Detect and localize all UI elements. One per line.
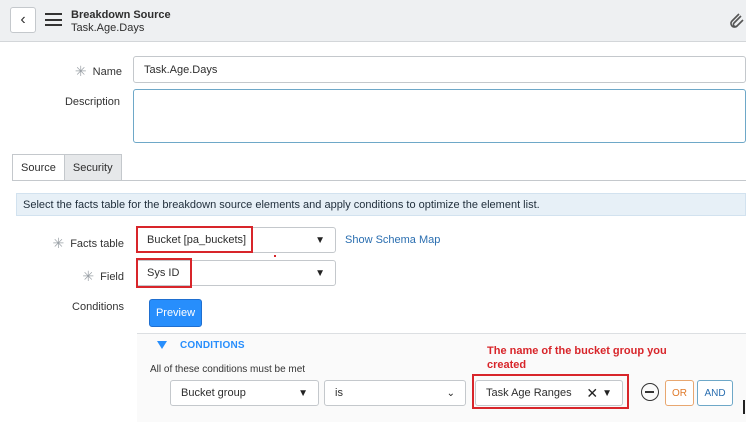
condition-field-select[interactable]: Bucket group ▼: [170, 380, 319, 406]
back-button[interactable]: ‹: [10, 7, 36, 33]
description-textarea[interactable]: [133, 89, 746, 143]
tab-security[interactable]: Security: [63, 154, 122, 181]
page-title: Breakdown Source: [71, 9, 171, 21]
conditions-label: Conditions: [72, 301, 124, 313]
form-header: ‹ Breakdown Source Task.Age.Days: [0, 0, 746, 42]
chevron-down-icon: ⌄: [446, 387, 455, 399]
annotation-text: The name of the bucket group you created: [487, 345, 667, 371]
chevron-left-icon: ‹: [20, 11, 26, 28]
description-label: Description: [64, 96, 120, 108]
paperclip-icon[interactable]: [730, 12, 744, 30]
name-label: ✳ Name: [74, 63, 122, 79]
highlight-box-bucket-group: [472, 374, 629, 409]
required-asterisk-icon: ✳: [82, 268, 95, 284]
conditions-header[interactable]: CONDITIONS: [180, 340, 245, 351]
required-asterisk-icon: ✳: [52, 235, 65, 251]
highlight-box-field: [136, 258, 192, 288]
info-message: Select the facts table for the breakdown…: [16, 193, 746, 216]
hamburger-menu-icon[interactable]: [45, 13, 62, 26]
and-button[interactable]: AND: [697, 380, 733, 406]
annotation-dot: [274, 255, 276, 257]
show-schema-map-link[interactable]: Show Schema Map: [345, 234, 440, 246]
highlight-box-facts-table: [136, 226, 253, 253]
name-input[interactable]: Task.Age.Days: [133, 56, 746, 83]
dropdown-caret-icon: ▼: [298, 387, 308, 399]
preview-button[interactable]: Preview: [149, 299, 202, 327]
tab-divider: [12, 180, 746, 181]
collapse-triangle-icon[interactable]: [157, 341, 167, 349]
required-asterisk-icon: ✳: [74, 63, 87, 79]
conditions-description: All of these conditions must be met: [150, 364, 306, 375]
dropdown-caret-icon: ▼: [315, 234, 325, 246]
facts-table-label: ✳ Facts table: [52, 235, 124, 251]
cursor-mark: [743, 400, 745, 414]
page-subtitle: Task.Age.Days: [71, 22, 145, 34]
or-button[interactable]: OR: [665, 380, 694, 406]
condition-operator-select[interactable]: is ⌄: [324, 380, 466, 406]
dropdown-caret-icon: ▼: [315, 267, 325, 279]
remove-condition-icon[interactable]: [641, 383, 659, 401]
field-label: ✳ Field: [82, 268, 124, 284]
tab-source[interactable]: Source: [12, 154, 65, 181]
form-tabs: Source Security: [12, 154, 122, 181]
